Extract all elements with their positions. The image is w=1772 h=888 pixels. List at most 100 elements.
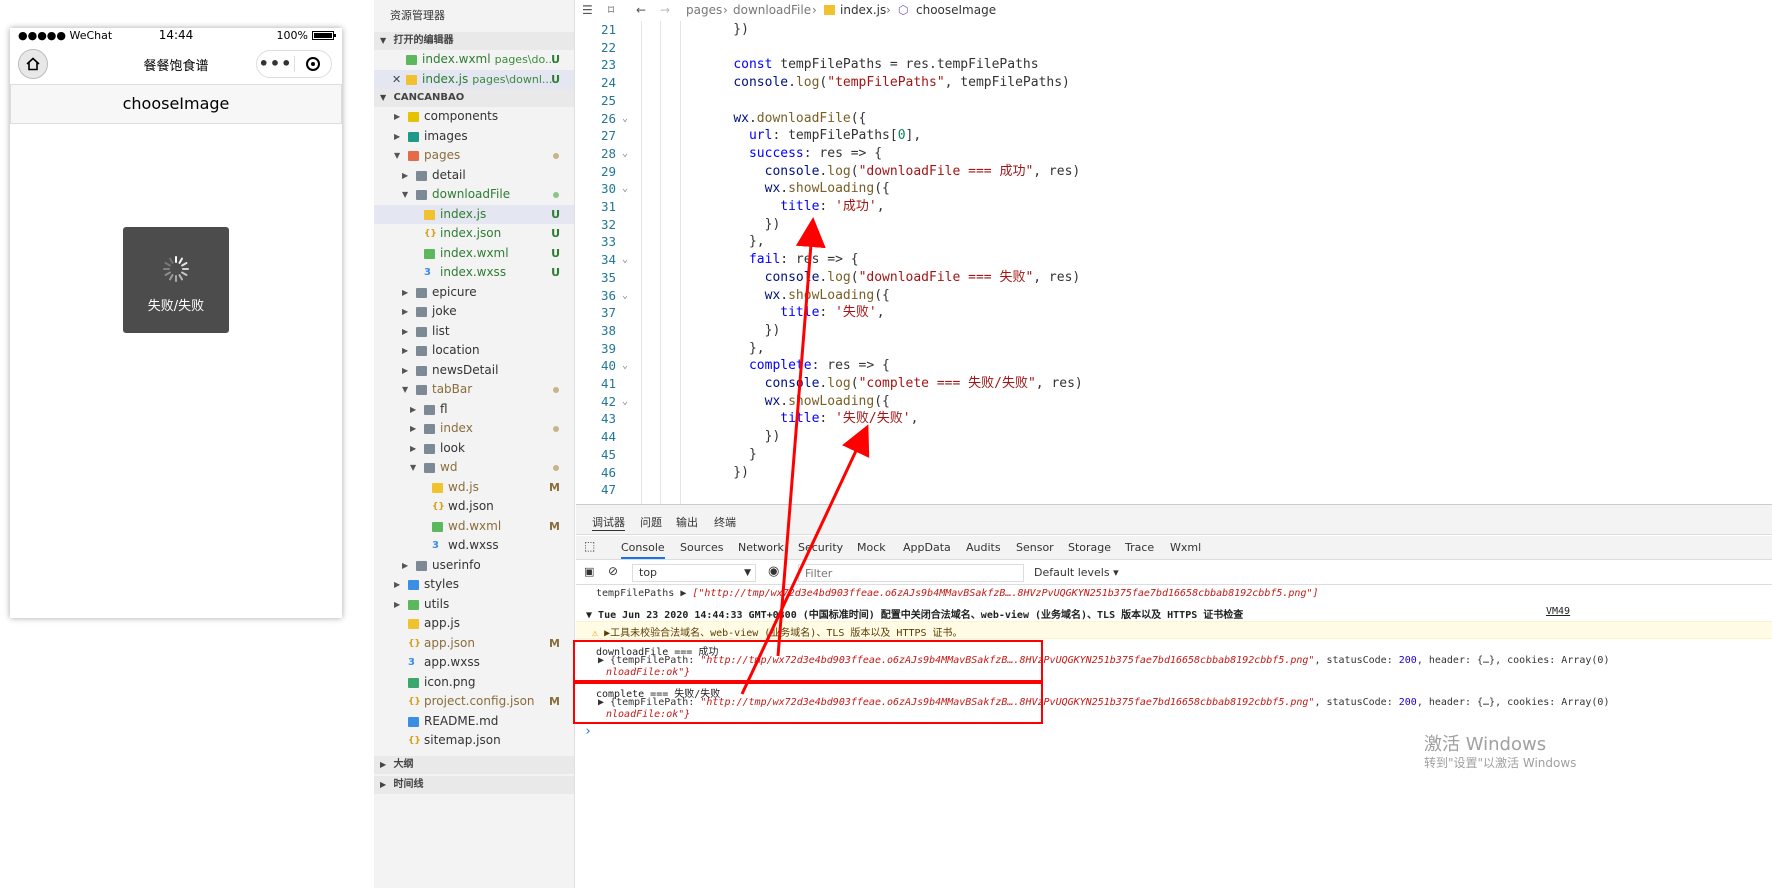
tree-file-item[interactable]: index.js U xyxy=(374,204,574,224)
filter-input[interactable] xyxy=(798,564,1024,582)
tree-folder-item[interactable]: ▶ look xyxy=(374,439,574,459)
tab-audits[interactable]: Audits xyxy=(966,541,1001,554)
tree-folder-item[interactable]: ▶ userinfo xyxy=(374,556,574,576)
tab-sensor[interactable]: Sensor xyxy=(1016,541,1054,554)
close-icon[interactable]: ✕ xyxy=(392,70,401,90)
tree-file-item[interactable]: 3 index.wxss U xyxy=(374,263,574,283)
tree-folder-item[interactable]: ▶ location xyxy=(374,341,574,361)
more-icon[interactable]: ••• xyxy=(257,50,294,78)
fold-chevron-icon[interactable]: ⌄ xyxy=(622,145,628,163)
chevron-down-icon[interactable]: ▼ xyxy=(394,146,404,166)
source-link[interactable]: VM49 xyxy=(1546,606,1576,617)
chevron-right-icon[interactable]: ▶ xyxy=(394,595,404,615)
code-line[interactable]: 36 ⌄ wx.showLoading({ xyxy=(576,287,1772,305)
tree-folder-item[interactable]: ▶ images xyxy=(374,127,574,147)
chevron-right-icon[interactable]: ▶ xyxy=(394,127,404,147)
tree-folder-item[interactable]: ▶ index xyxy=(374,419,574,439)
code-line[interactable]: 32 }) xyxy=(576,216,1772,234)
tree-file-item[interactable]: {} app.json M xyxy=(374,634,574,654)
open-editor-item[interactable]: ✕ index.js pages\downl... U xyxy=(374,69,574,90)
tab-terminal[interactable]: 终端 xyxy=(714,514,736,530)
tab-storage[interactable]: Storage xyxy=(1068,541,1111,554)
close-miniprogram-button[interactable] xyxy=(295,57,331,71)
tree-folder-item[interactable]: ▼ tabBar xyxy=(374,380,574,400)
chevron-down-icon[interactable]: ▼ xyxy=(402,380,412,400)
chevron-down-icon[interactable]: ▼ xyxy=(410,458,420,478)
code-line[interactable]: 24 console.log("tempFilePaths", tempFile… xyxy=(576,74,1772,92)
tab-appdata[interactable]: AppData xyxy=(903,541,951,554)
fold-chevron-icon[interactable]: ⌄ xyxy=(622,287,628,305)
breadcrumb-item[interactable]: index.js xyxy=(840,3,886,17)
code-line[interactable]: 41 console.log("complete === 失败/失败", res… xyxy=(576,375,1772,393)
console-warning[interactable]: ⚠ ▶工具未校验合法域名、web-view (业务域名)、TLS 版本以及 HT… xyxy=(592,624,1772,639)
context-select[interactable]: top ▼ xyxy=(632,564,756,582)
tab-trace[interactable]: Trace xyxy=(1125,541,1154,554)
chevron-right-icon[interactable]: ▶ xyxy=(402,556,412,576)
code-line[interactable]: 35 console.log("downloadFile === 失败", re… xyxy=(576,269,1772,287)
code-line[interactable]: 21 }) xyxy=(576,21,1772,39)
code-line[interactable]: 43 title: '失败/失败', xyxy=(576,410,1772,428)
chevron-right-icon[interactable]: ▶ xyxy=(402,283,412,303)
tree-file-item[interactable]: README.md xyxy=(374,712,574,732)
eye-icon[interactable]: ◉ xyxy=(768,564,779,579)
chevron-down-icon[interactable]: ▼ xyxy=(402,185,412,205)
code-line[interactable]: 46 }) xyxy=(576,464,1772,482)
tree-folder-item[interactable]: ▶ detail xyxy=(374,166,574,186)
chevron-right-icon[interactable]: ▶ xyxy=(394,575,404,595)
tree-folder-item[interactable]: ▼ wd xyxy=(374,458,574,478)
breadcrumb-item[interactable]: chooseImage xyxy=(916,3,996,17)
chevron-right-icon[interactable]: ▶ xyxy=(402,361,412,381)
tab-output[interactable]: 输出 xyxy=(676,514,698,530)
code-line[interactable]: 29 console.log("downloadFile === 成功", re… xyxy=(576,163,1772,181)
tab-security[interactable]: Security xyxy=(798,541,843,554)
tree-folder-item[interactable]: ▶ list xyxy=(374,322,574,342)
timeline-header[interactable]: ▶ 时间线 xyxy=(374,776,574,794)
code-line[interactable]: 44 }) xyxy=(576,428,1772,446)
code-area[interactable]: 21 }) 22 23 const tempFilePaths = res.temp… xyxy=(576,21,1772,504)
tree-file-item[interactable]: {} sitemap.json xyxy=(374,731,574,751)
tree-folder-item[interactable]: ▼ downloadFile xyxy=(374,185,574,205)
tree-folder-item[interactable]: ▶ newsDetail xyxy=(374,361,574,381)
code-line[interactable]: 45 } xyxy=(576,446,1772,464)
tree-file-item[interactable]: app.js xyxy=(374,614,574,634)
tree-file-item[interactable]: index.wxml U xyxy=(374,244,574,264)
code-line[interactable]: 23 const tempFilePaths = res.tempFilePat… xyxy=(576,56,1772,74)
expand-arrow-icon[interactable]: ▼ xyxy=(586,610,598,621)
inspect-icon[interactable]: ⬚ xyxy=(584,539,595,553)
tab-sources[interactable]: Sources xyxy=(680,541,724,554)
tab-problems[interactable]: 问题 xyxy=(640,514,662,530)
code-line[interactable]: 33 }, xyxy=(576,233,1772,251)
console-log-date[interactable]: ▼ Tue Jun 23 2020 14:44:33 GMT+0800 (中国标… xyxy=(586,606,1566,621)
code-line[interactable]: 25 xyxy=(576,92,1772,110)
fold-chevron-icon[interactable]: ⌄ xyxy=(622,180,628,198)
chevron-right-icon[interactable]: ▶ xyxy=(394,107,404,127)
code-line[interactable]: 30 ⌄ wx.showLoading({ xyxy=(576,180,1772,198)
chevron-right-icon[interactable]: ▶ xyxy=(410,400,420,420)
tree-folder-item[interactable]: ▶ fl xyxy=(374,400,574,420)
tree-folder-item[interactable]: ▶ styles xyxy=(374,575,574,595)
sidebar-toggle-icon[interactable]: ▣ xyxy=(584,565,594,578)
tab-network[interactable]: Network xyxy=(738,541,784,554)
code-line[interactable]: 42 ⌄ wx.showLoading({ xyxy=(576,393,1772,411)
tree-folder-item[interactable]: ▼ pages xyxy=(374,146,574,166)
log-levels-select[interactable]: Default levels ▾ xyxy=(1034,566,1119,579)
open-editor-item[interactable]: index.wxml pages\do... U xyxy=(374,50,574,70)
tree-folder-item[interactable]: ▶ utils xyxy=(374,595,574,615)
code-line[interactable]: 34 ⌄ fail: res => { xyxy=(576,251,1772,269)
code-line[interactable]: 39 }, xyxy=(576,340,1772,358)
bookmark-icon[interactable]: ⌑ xyxy=(608,3,614,17)
tab-wxml[interactable]: Wxml xyxy=(1170,541,1201,554)
tree-folder-item[interactable]: ▶ epicure xyxy=(374,283,574,303)
chevron-right-icon[interactable]: ▶ xyxy=(410,439,420,459)
tree-folder-item[interactable]: ▶ joke xyxy=(374,302,574,322)
code-line[interactable]: 26 ⌄ wx.downloadFile({ xyxy=(576,110,1772,128)
tree-file-item[interactable]: wd.wxml M xyxy=(374,517,574,537)
breadcrumb-item[interactable]: pages xyxy=(686,3,722,17)
tree-file-item[interactable]: 3 app.wxss xyxy=(374,653,574,673)
code-line[interactable]: 37 title: '失败', xyxy=(576,304,1772,322)
tree-file-item[interactable]: icon.png xyxy=(374,673,574,693)
clear-console-icon[interactable]: ⊘ xyxy=(608,564,618,578)
tab-console[interactable]: Console xyxy=(621,541,665,559)
console-log-paths[interactable]: tempFilePaths ▶ ["http://tmp/wx72d3e4bd9… xyxy=(596,588,1772,599)
tab-mock[interactable]: Mock xyxy=(857,541,886,554)
